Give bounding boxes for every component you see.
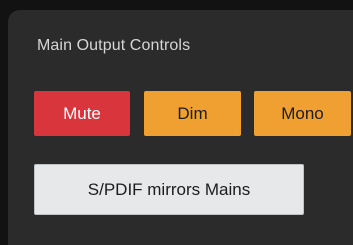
spdif-button-label: S/PDIF mirrors Mains bbox=[87, 179, 251, 199]
panel-title: Main Output Controls bbox=[37, 37, 191, 54]
main-output-controls-panel: Main Output Controls Mute Dim Mono S/PDI… bbox=[8, 10, 353, 245]
dim-button[interactable]: Dim bbox=[144, 91, 241, 136]
mute-button[interactable]: Mute bbox=[34, 91, 130, 136]
mono-button[interactable]: Mono bbox=[254, 91, 351, 136]
mono-button-label: Mono bbox=[281, 103, 324, 123]
spdif-mirrors-mains-button[interactable]: S/PDIF mirrors Mains bbox=[34, 164, 304, 215]
dim-button-label: Dim bbox=[177, 103, 208, 123]
mute-button-label: Mute bbox=[63, 103, 101, 123]
